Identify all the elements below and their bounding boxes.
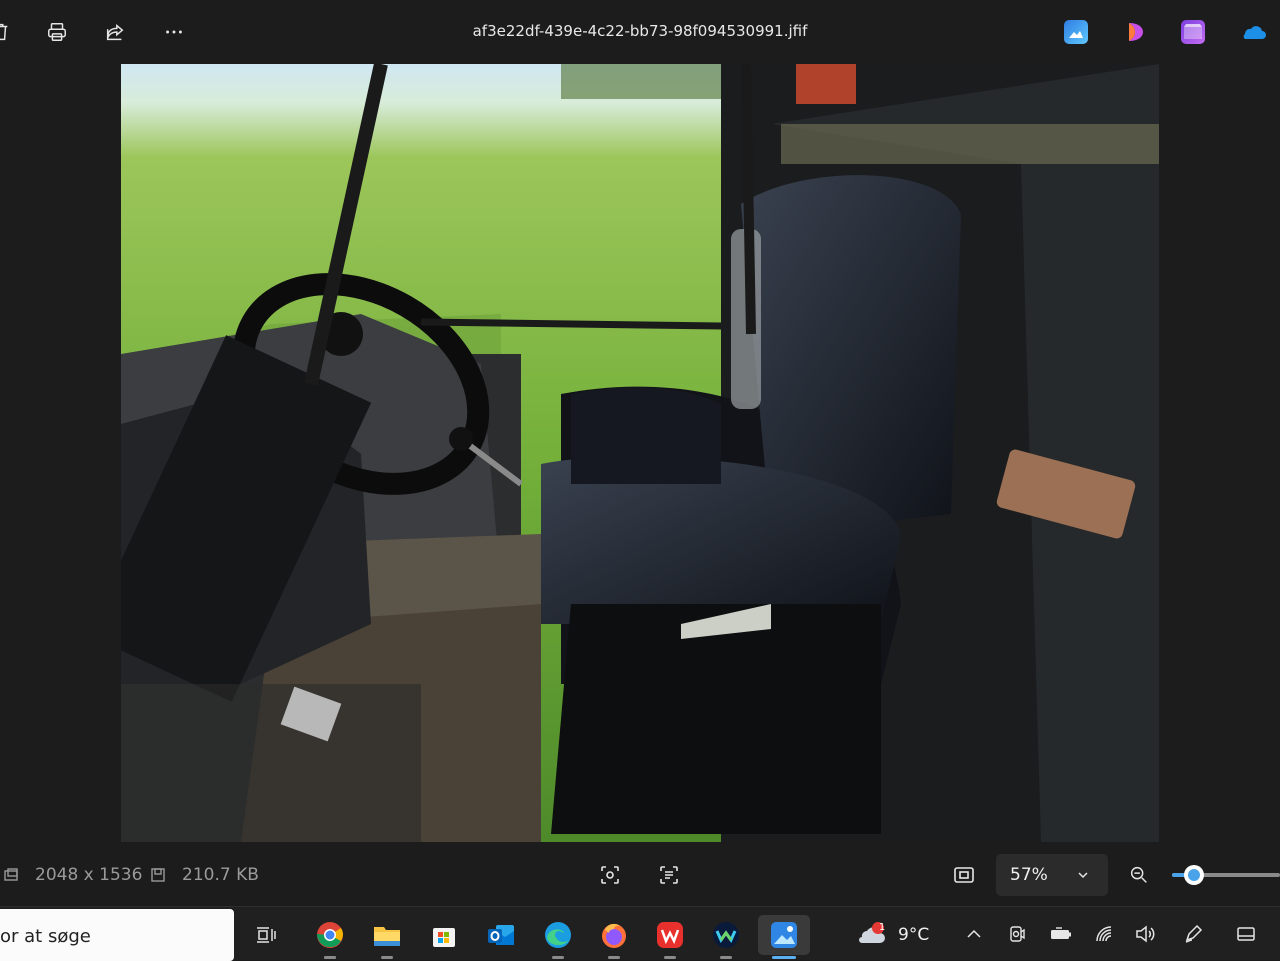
firefox-icon[interactable] bbox=[594, 915, 634, 959]
running-indicator bbox=[720, 956, 732, 959]
running-indicator bbox=[664, 956, 676, 959]
battery-icon[interactable] bbox=[1047, 922, 1075, 946]
task-view-icon[interactable] bbox=[246, 915, 286, 955]
photo-canvas[interactable] bbox=[121, 64, 1159, 842]
top-toolbar: af3e22df-439e-4c22-bb73-98f094530991.jfi… bbox=[0, 0, 1280, 64]
windows-taskbar: or at søge 1 9°C bbox=[0, 906, 1280, 961]
file-name-title: af3e22df-439e-4c22-bb73-98f094530991.jfi… bbox=[472, 22, 808, 40]
running-indicator bbox=[324, 956, 336, 959]
zoom-slider[interactable] bbox=[1172, 865, 1280, 885]
chevron-down-icon bbox=[1078, 872, 1088, 879]
clipchamp-icon[interactable] bbox=[1124, 20, 1148, 44]
file-size-icon bbox=[151, 868, 165, 882]
show-hidden-icons-chevron-up-icon[interactable] bbox=[962, 922, 986, 946]
weather-alert-badge: 1 bbox=[878, 922, 886, 933]
photos-app-window: af3e22df-439e-4c22-bb73-98f094530991.jfi… bbox=[0, 0, 1280, 906]
running-indicator bbox=[608, 956, 620, 959]
running-indicator bbox=[381, 956, 393, 959]
camera-tray-icon[interactable] bbox=[1005, 922, 1029, 946]
zoom-slider-thumb[interactable] bbox=[1184, 865, 1204, 885]
visual-search-icon[interactable] bbox=[595, 860, 625, 890]
webex-icon[interactable] bbox=[706, 915, 746, 959]
dimensions-icon bbox=[4, 868, 18, 881]
microsoft-store-icon[interactable] bbox=[424, 915, 464, 955]
zoom-out-icon[interactable] bbox=[1124, 860, 1154, 890]
photos-icon[interactable] bbox=[758, 915, 810, 959]
video-editor-icon[interactable] bbox=[1181, 20, 1205, 44]
taskbar-search-box[interactable]: or at søge bbox=[0, 909, 234, 961]
chrome-icon[interactable] bbox=[310, 915, 350, 959]
pen-menu-icon[interactable] bbox=[1181, 922, 1205, 946]
photos-editor-icon[interactable] bbox=[1064, 20, 1088, 44]
active-indicator bbox=[772, 956, 796, 959]
text-scan-icon[interactable] bbox=[654, 860, 684, 890]
wps-office-icon[interactable] bbox=[650, 915, 690, 959]
edge-icon[interactable] bbox=[538, 915, 578, 959]
zoom-level-value: 57% bbox=[1010, 865, 1048, 885]
bottom-toolbar: 2048 x 1536 210.7 KB 57% bbox=[0, 842, 1280, 906]
search-placeholder: or at søge bbox=[0, 926, 91, 947]
wifi-icon[interactable] bbox=[1092, 922, 1116, 946]
file-size: 210.7 KB bbox=[182, 865, 259, 885]
weather-icon[interactable]: 1 bbox=[856, 922, 890, 946]
image-dimensions: 2048 x 1536 bbox=[35, 865, 143, 885]
notification-center-icon[interactable] bbox=[1234, 922, 1258, 946]
weather-temperature[interactable]: 9°C bbox=[898, 925, 929, 945]
tractor-cab-photo bbox=[121, 64, 1159, 842]
onedrive-icon[interactable] bbox=[1238, 20, 1266, 44]
file-explorer-icon[interactable] bbox=[367, 915, 407, 959]
running-indicator bbox=[552, 956, 564, 959]
outlook-icon[interactable] bbox=[481, 915, 521, 955]
fit-to-window-icon[interactable] bbox=[949, 860, 979, 890]
zoom-level-dropdown[interactable]: 57% bbox=[996, 854, 1108, 896]
volume-icon[interactable] bbox=[1133, 922, 1157, 946]
